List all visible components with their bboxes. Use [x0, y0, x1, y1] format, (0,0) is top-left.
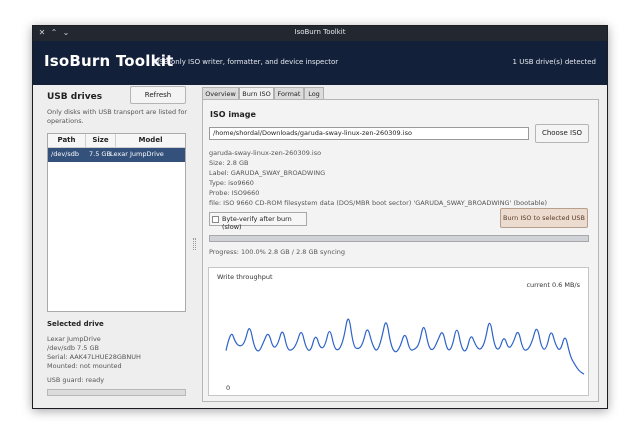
cell-path: /dev/sdb — [51, 150, 79, 158]
usb-drives-heading: USB drives — [47, 92, 103, 102]
chart-title: Write throughput — [217, 273, 273, 281]
selected-drive-path-size: /dev/sdb 7.5 GB — [47, 344, 99, 352]
app-window: ✕ ⌃ ⌄ IsoBurn Toolkit IsoBurn Toolkit US… — [32, 25, 608, 409]
usb-hint-text: Only disks with USB transport are listed… — [47, 108, 189, 125]
verify-label: Byte-verify after burn (slow) — [222, 215, 292, 231]
app-header: IsoBurn Toolkit USB-only ISO writer, for… — [33, 41, 607, 85]
checkbox-box[interactable] — [212, 216, 219, 223]
usb-guard-status: USB guard: ready — [47, 376, 105, 384]
y-axis-zero-label: 0 — [226, 384, 231, 392]
splitter-handle[interactable] — [193, 238, 196, 250]
app-subtitle: USB-only ISO writer, formatter, and devi… — [154, 58, 339, 66]
column-header-size[interactable]: Size — [86, 134, 116, 148]
progress-text: Progress: 100.0% 2.8 GB / 2.8 GB syncing — [209, 248, 346, 256]
selected-drive-heading: Selected drive — [47, 320, 104, 328]
usb-drives-panel: USB drives Refresh Only disks with USB t… — [47, 86, 189, 404]
choose-iso-button[interactable]: Choose ISO — [535, 124, 589, 143]
selected-drive-mounted: Mounted: not mounted — [47, 362, 122, 370]
iso-filename: garuda-sway-linux-zen-260309.iso — [209, 149, 322, 157]
title-bar: ✕ ⌃ ⌄ IsoBurn Toolkit — [33, 26, 607, 41]
progress-fill — [210, 236, 588, 241]
iso-file-description: file: ISO 9660 CD-ROM filesystem data (D… — [209, 199, 548, 207]
iso-label: Label: GARUDA_SWAY_BROADWING — [209, 169, 326, 177]
table-row[interactable]: /dev/sdb 7.5 GB Lexar JumpDrive — [48, 148, 185, 162]
cell-model: Lexar JumpDrive — [110, 150, 164, 158]
column-header-path[interactable]: Path — [48, 134, 86, 148]
refresh-button[interactable]: Refresh — [130, 86, 186, 104]
selected-drive-info: Lexar JumpDrive /dev/sdb 7.5 GB Serial: … — [47, 335, 141, 371]
selected-drive-serial: Serial: AAK47LHUE28GBNUH — [47, 353, 141, 361]
progress-bar — [209, 235, 589, 242]
iso-size: Size: 2.8 GB — [209, 159, 249, 167]
throughput-series-line — [225, 318, 585, 375]
drives-table[interactable]: Path Size Model /dev/sdb 7.5 GB Lexar Ju… — [47, 133, 186, 312]
burn-iso-button[interactable]: Burn ISO to selected USB — [500, 208, 588, 228]
window-title: IsoBurn Toolkit — [294, 28, 346, 36]
iso-image-heading: ISO image — [210, 110, 256, 119]
left-status-bar — [47, 389, 186, 396]
cell-size: 7.5 GB — [89, 150, 111, 158]
drive-count-status: 1 USB drive(s) detected — [512, 58, 596, 66]
current-rate: current 0.6 MB/s — [526, 281, 580, 289]
throughput-chart: Write throughput current 0.6 MB/s 0 — [208, 267, 589, 396]
iso-probe: Probe: ISO9660 — [209, 189, 260, 197]
iso-path-input[interactable]: /home/shordal/Downloads/garuda-sway-linu… — [209, 127, 529, 140]
selected-drive-model: Lexar JumpDrive — [47, 335, 101, 343]
verify-checkbox[interactable]: Byte-verify after burn (slow) — [209, 212, 307, 231]
usb-hint: Only disks with USB transport are listed… — [47, 108, 189, 126]
iso-type: Type: iso9660 — [209, 179, 254, 187]
iso-details: garuda-sway-linux-zen-260309.iso Size: 2… — [209, 148, 547, 208]
column-header-model[interactable]: Model — [116, 134, 185, 148]
burn-iso-panel: ISO image /home/shordal/Downloads/garuda… — [202, 99, 599, 402]
